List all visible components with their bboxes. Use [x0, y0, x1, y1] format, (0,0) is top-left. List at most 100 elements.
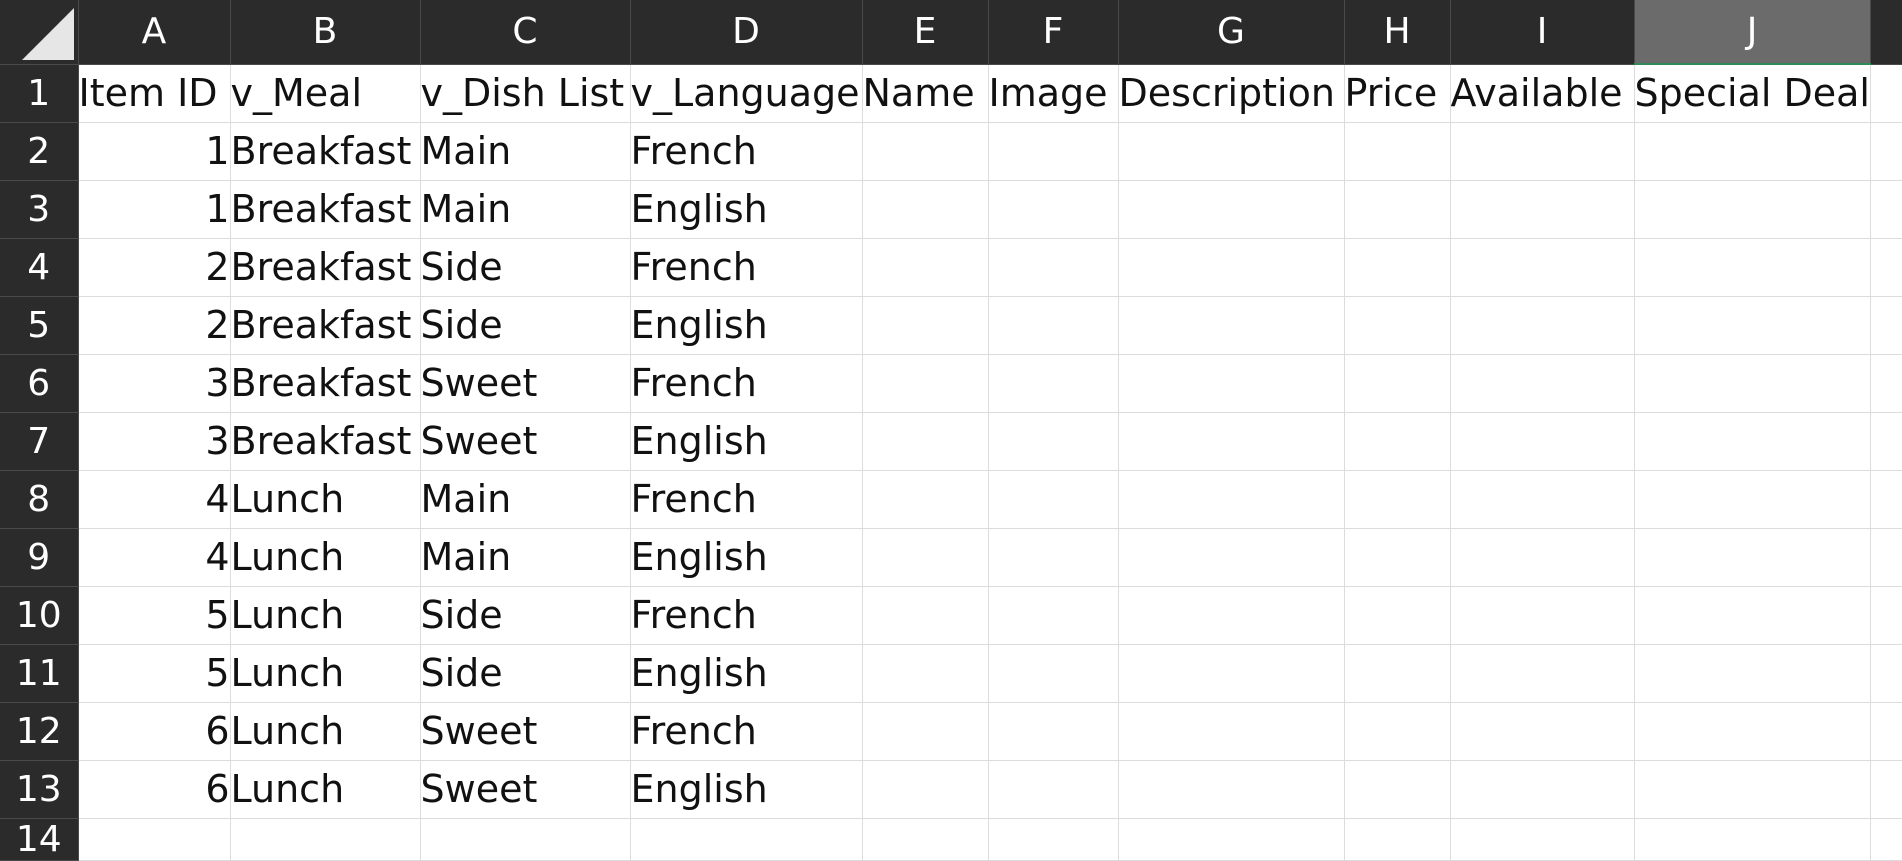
cell-D[interactable]: English	[630, 760, 863, 819]
cell-I[interactable]	[1450, 180, 1635, 239]
cell[interactable]	[1870, 818, 1902, 861]
row-header[interactable]: 5	[0, 296, 79, 355]
column-header-E[interactable]: E	[862, 0, 989, 65]
cell-G[interactable]	[1118, 528, 1345, 587]
row-header[interactable]: 10	[0, 586, 79, 645]
cell-H[interactable]	[1344, 238, 1451, 297]
cell-A[interactable]: 3	[78, 354, 231, 413]
cell-F[interactable]	[988, 760, 1119, 819]
column-header-D[interactable]: D	[630, 0, 863, 65]
row-header[interactable]: 7	[0, 412, 79, 471]
cell-A[interactable]: 6	[78, 760, 231, 819]
cell-C[interactable]: Sweet	[420, 412, 631, 471]
cell-H[interactable]	[1344, 702, 1451, 761]
cell-D[interactable]: French	[630, 122, 863, 181]
cell-I[interactable]	[1450, 296, 1635, 355]
row-header[interactable]: 11	[0, 644, 79, 703]
column-header-H[interactable]: H	[1344, 0, 1451, 65]
cell-F[interactable]	[988, 122, 1119, 181]
cell-A[interactable]: 6	[78, 702, 231, 761]
cell-B[interactable]: Breakfast	[230, 296, 421, 355]
cell-I[interactable]	[1450, 586, 1635, 645]
cell[interactable]	[1870, 64, 1902, 123]
cell-D[interactable]: English	[630, 296, 863, 355]
cell-C[interactable]: Sweet	[420, 760, 631, 819]
column-header-K-partial[interactable]	[1870, 0, 1902, 65]
row-header[interactable]: 13	[0, 760, 79, 819]
cell-I[interactable]	[1450, 760, 1635, 819]
cell-D[interactable]: English	[630, 528, 863, 587]
cell-E[interactable]	[862, 760, 989, 819]
cell-A[interactable]: 3	[78, 412, 231, 471]
cell-J[interactable]	[1634, 818, 1871, 861]
header-cell-special-deal[interactable]: Special Deal	[1634, 64, 1871, 123]
cell-D[interactable]	[630, 818, 863, 861]
cell-F[interactable]	[988, 238, 1119, 297]
row-header[interactable]: 14	[0, 818, 79, 861]
cell-D[interactable]: French	[630, 354, 863, 413]
cell[interactable]	[1870, 412, 1902, 471]
cell-D[interactable]: English	[630, 180, 863, 239]
cell-G[interactable]	[1118, 644, 1345, 703]
cell-A[interactable]: 5	[78, 586, 231, 645]
cell-J[interactable]	[1634, 180, 1871, 239]
cell-E[interactable]	[862, 644, 989, 703]
cell-B[interactable]	[230, 818, 421, 861]
cell[interactable]	[1870, 238, 1902, 297]
cell-J[interactable]	[1634, 412, 1871, 471]
column-header-F[interactable]: F	[988, 0, 1119, 65]
cell-A[interactable]: 4	[78, 470, 231, 529]
cell-J[interactable]	[1634, 238, 1871, 297]
header-cell-v-language[interactable]: v_Language	[630, 64, 863, 123]
cell-I[interactable]	[1450, 470, 1635, 529]
cell-E[interactable]	[862, 238, 989, 297]
cell-C[interactable]: Main	[420, 528, 631, 587]
cell-I[interactable]	[1450, 818, 1635, 861]
column-header-B[interactable]: B	[230, 0, 421, 65]
cell-C[interactable]: Main	[420, 122, 631, 181]
row-header[interactable]: 2	[0, 122, 79, 181]
cell-E[interactable]	[862, 122, 989, 181]
select-all-corner[interactable]	[0, 0, 79, 65]
header-cell-available[interactable]: Available	[1450, 64, 1635, 123]
cell-E[interactable]	[862, 702, 989, 761]
cell-A[interactable]: 2	[78, 296, 231, 355]
cell[interactable]	[1870, 702, 1902, 761]
cell-D[interactable]: English	[630, 644, 863, 703]
cell-C[interactable]: Side	[420, 296, 631, 355]
cell-E[interactable]	[862, 470, 989, 529]
cell-A[interactable]	[78, 818, 231, 861]
cell-B[interactable]: Lunch	[230, 644, 421, 703]
cell-E[interactable]	[862, 586, 989, 645]
cell-D[interactable]: French	[630, 702, 863, 761]
cell-H[interactable]	[1344, 644, 1451, 703]
header-cell-v-meal[interactable]: v_Meal	[230, 64, 421, 123]
cell-F[interactable]	[988, 354, 1119, 413]
column-header-G[interactable]: G	[1118, 0, 1345, 65]
cell-J[interactable]	[1634, 760, 1871, 819]
cell-B[interactable]: Lunch	[230, 760, 421, 819]
header-cell-image[interactable]: Image	[988, 64, 1119, 123]
cell-B[interactable]: Breakfast	[230, 180, 421, 239]
row-header[interactable]: 9	[0, 528, 79, 587]
cell-D[interactable]: French	[630, 586, 863, 645]
column-header-A[interactable]: A	[78, 0, 231, 65]
cell-E[interactable]	[862, 354, 989, 413]
cell-G[interactable]	[1118, 180, 1345, 239]
column-header-J[interactable]: J	[1634, 0, 1871, 65]
cell[interactable]	[1870, 122, 1902, 181]
cell-F[interactable]	[988, 702, 1119, 761]
cell-F[interactable]	[988, 818, 1119, 861]
cell-H[interactable]	[1344, 586, 1451, 645]
cell-H[interactable]	[1344, 528, 1451, 587]
cell-I[interactable]	[1450, 528, 1635, 587]
cell-A[interactable]: 1	[78, 122, 231, 181]
cell-J[interactable]	[1634, 470, 1871, 529]
cell-G[interactable]	[1118, 122, 1345, 181]
cell-A[interactable]: 4	[78, 528, 231, 587]
cell-I[interactable]	[1450, 412, 1635, 471]
cell-H[interactable]	[1344, 296, 1451, 355]
cell-I[interactable]	[1450, 644, 1635, 703]
cell-H[interactable]	[1344, 470, 1451, 529]
cell-E[interactable]	[862, 528, 989, 587]
